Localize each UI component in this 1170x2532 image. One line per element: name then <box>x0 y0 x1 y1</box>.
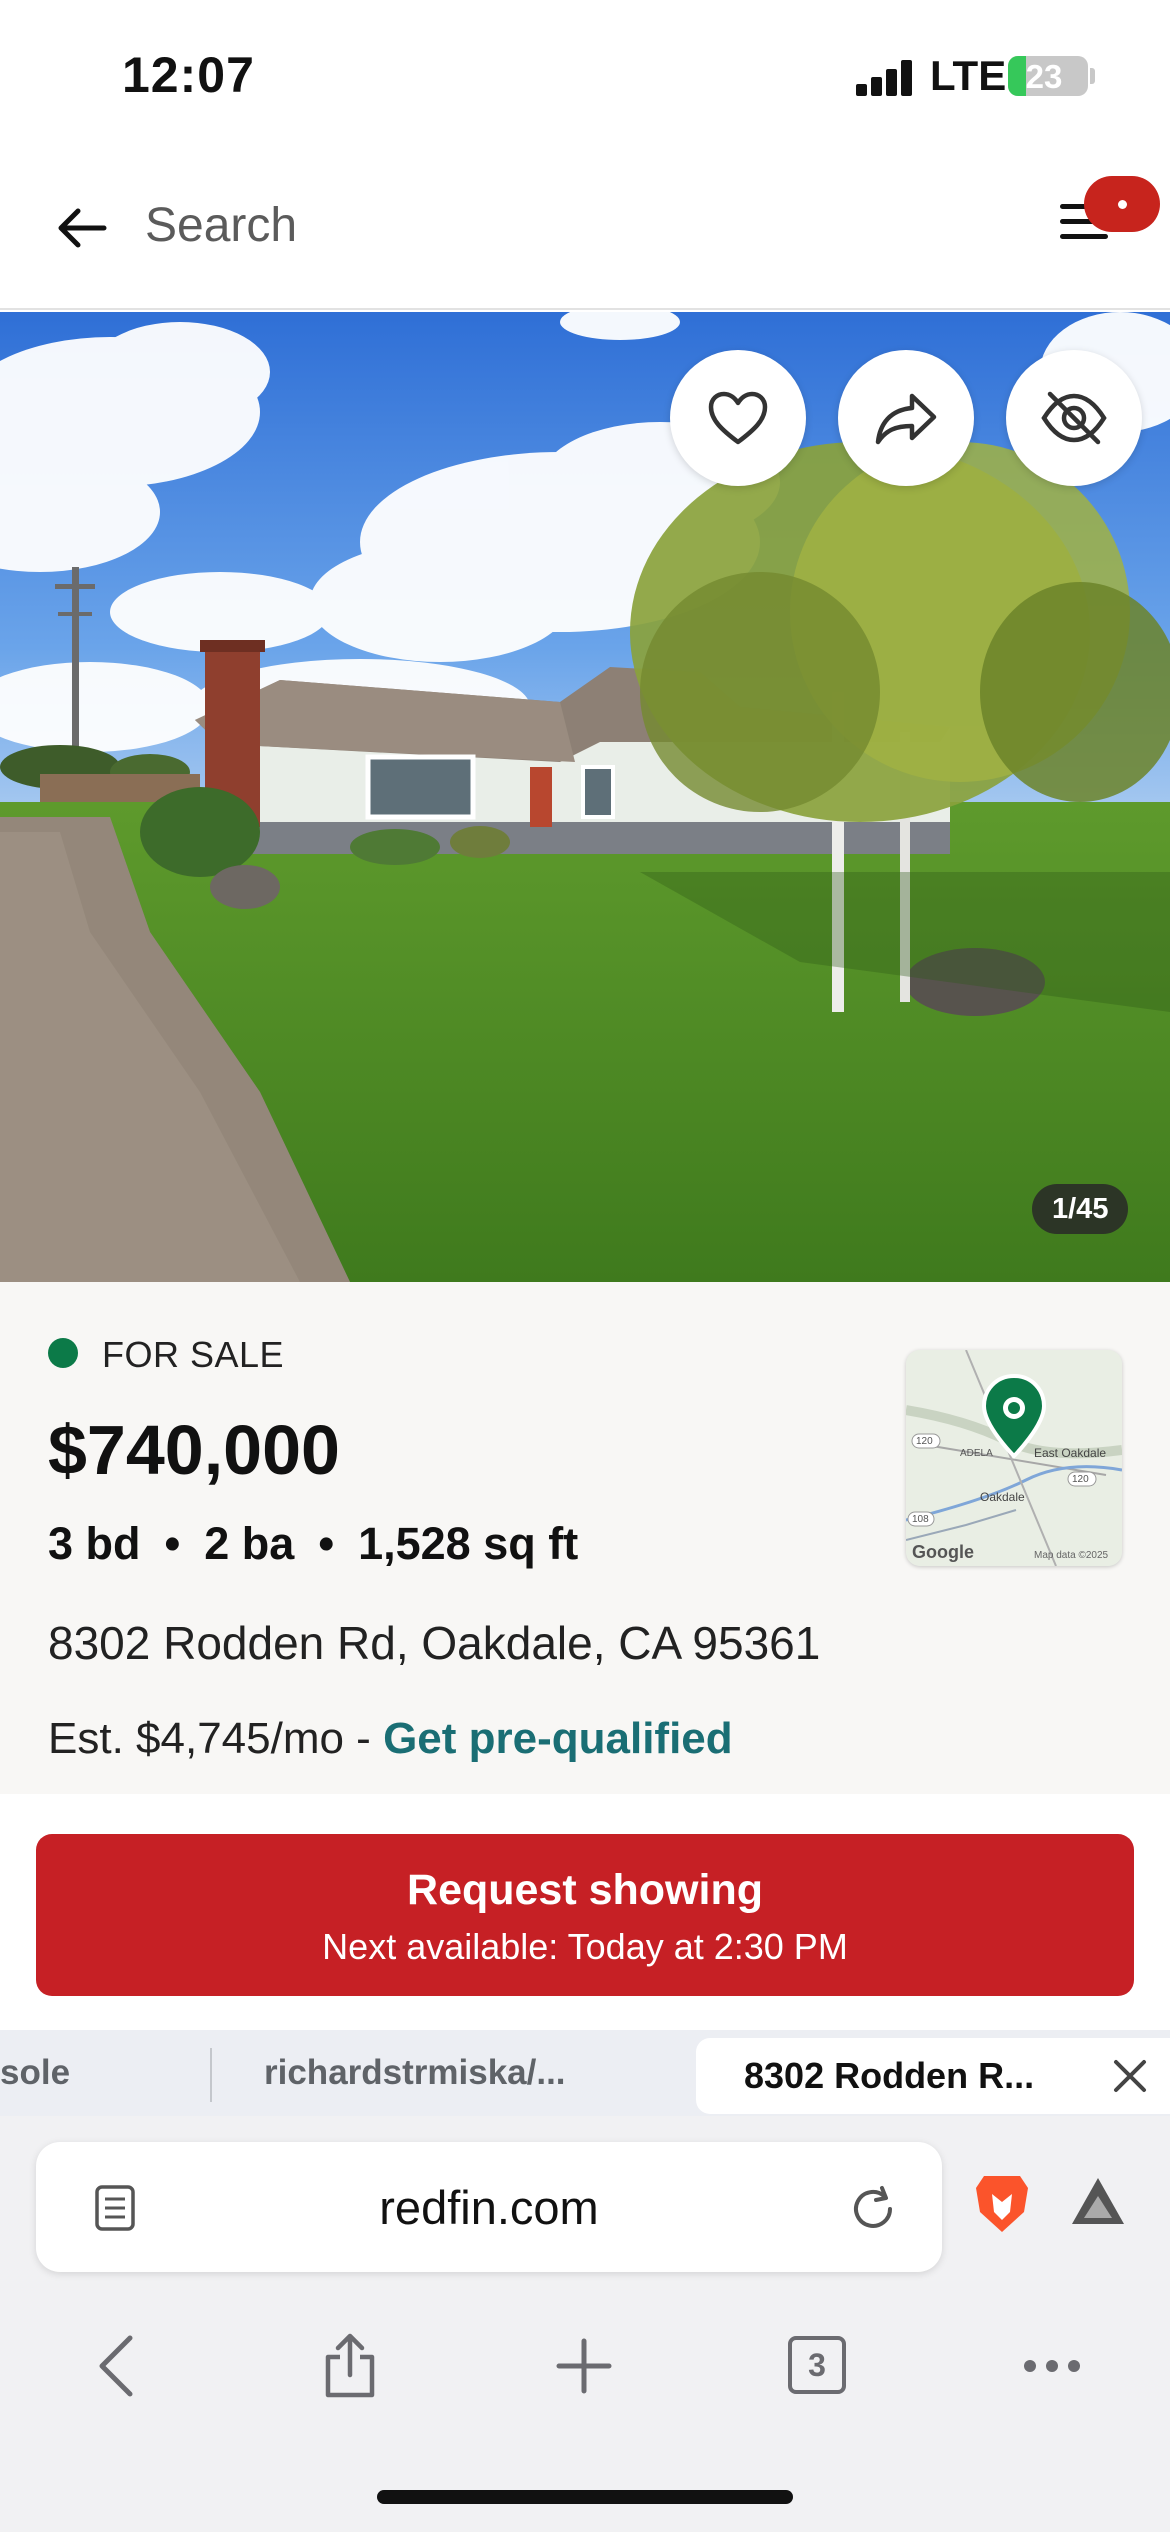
brave-icon[interactable] <box>972 2172 1032 2236</box>
status-bar: 12:07 LTE 23 <box>0 0 1170 150</box>
signal-icon <box>856 60 914 96</box>
listing-status: FOR SALE <box>102 1334 285 1375</box>
google-logo: Google <box>912 1542 974 1562</box>
estimate-text: Est. $4,745/mo - <box>48 1714 384 1763</box>
listing-address: 8302 Rodden Rd, Oakdale, CA 95361 <box>48 1617 821 1669</box>
heart-icon <box>708 391 768 445</box>
next-available-text: Next available: Today at 2:30 PM <box>322 1926 848 1967</box>
listing-details: FOR SALE $740,000 3 bd • 2 ba • 1,528 sq ft … <box>0 1282 1170 1794</box>
tab-divider <box>210 2048 212 2102</box>
browser-tab-strip: sole richardstrmiska/... 8302 Rodden R..… <box>0 2030 1170 2116</box>
mini-map[interactable]: 120 120 108 ADELA East Oakdale Oakdale G… <box>906 1350 1122 1566</box>
tab-previous[interactable]: sole <box>0 2030 180 2116</box>
battery-cap <box>1090 68 1095 84</box>
cta-area: Request showing Next available: Today at… <box>0 1794 1170 2030</box>
tab-richardstrmiska[interactable]: richardstrmiska/... <box>264 2030 604 2116</box>
photo-counter: 1/45 <box>1032 1184 1129 1234</box>
beds-baths-sqft: 3 bd • 2 ba • 1,528 sq ft <box>48 1518 578 1570</box>
address-bar[interactable]: redfin.com <box>36 2142 942 2272</box>
tabs-button[interactable]: 3 <box>788 2336 846 2394</box>
route-120-b: 120 <box>1072 1474 1089 1485</box>
map-label-adela: ADELA <box>960 1448 993 1459</box>
baths: 2 ba <box>204 1518 295 1569</box>
beds: 3 bd <box>48 1518 141 1569</box>
battery-icon: 23 <box>1008 56 1088 96</box>
reload-icon[interactable] <box>846 2182 900 2236</box>
share-page-button[interactable] <box>312 2328 388 2404</box>
map-label-east-oakdale: East Oakdale <box>1034 1446 1107 1460</box>
request-showing-button[interactable]: Request showing Next available: Today at… <box>36 1834 1134 1996</box>
hide-icon <box>1041 391 1107 445</box>
more-icon <box>1024 2360 1080 2372</box>
more-button[interactable] <box>1014 2328 1090 2404</box>
back-button[interactable] <box>78 2328 154 2404</box>
notification-badge[interactable] <box>1084 176 1160 232</box>
back-arrow-icon[interactable] <box>52 198 112 258</box>
map-label-oakdale: Oakdale <box>980 1490 1025 1504</box>
browser-chrome: redfin.com 3 <box>0 2116 1170 2532</box>
hide-listing-button[interactable] <box>1006 350 1142 486</box>
status-time: 12:07 <box>122 47 255 103</box>
status-dot <box>48 1338 78 1368</box>
route-108: 108 <box>912 1514 929 1525</box>
get-prequalified-link[interactable]: Get pre-qualified <box>383 1714 733 1763</box>
favorite-button[interactable] <box>670 350 806 486</box>
new-tab-icon <box>556 2338 612 2394</box>
search-input[interactable]: Search <box>145 198 297 253</box>
network-type: LTE <box>930 52 1007 99</box>
share-button[interactable] <box>838 350 974 486</box>
close-tab-icon[interactable] <box>1110 2056 1150 2096</box>
separator: • <box>164 1518 181 1569</box>
share-icon <box>875 393 937 445</box>
monthly-estimate: Est. $4,745/mo - Get pre-qualified <box>48 1714 733 1764</box>
battery-level: 23 <box>1025 58 1063 95</box>
app-header: Search <box>0 150 1170 310</box>
share-icon <box>325 2333 375 2398</box>
listing-price: $740,000 <box>48 1411 340 1489</box>
home-indicator[interactable] <box>377 2490 793 2504</box>
sqft: 1,528 sq ft <box>358 1518 579 1569</box>
separator: • <box>318 1518 335 1569</box>
listing-photo[interactable] <box>0 312 1170 1282</box>
triangle-icon[interactable] <box>1068 2174 1128 2230</box>
map-attribution: Map data ©2025 <box>1034 1550 1109 1561</box>
new-tab-button[interactable] <box>546 2328 622 2404</box>
url-text: redfin.com <box>379 2181 599 2234</box>
active-tab-title: 8302 Rodden R... <box>744 2055 1035 2096</box>
route-120-a: 120 <box>916 1436 933 1447</box>
back-icon <box>99 2335 133 2397</box>
request-showing-title: Request showing <box>407 1866 763 1914</box>
tab-active[interactable]: 8302 Rodden R... <box>696 2038 1170 2114</box>
